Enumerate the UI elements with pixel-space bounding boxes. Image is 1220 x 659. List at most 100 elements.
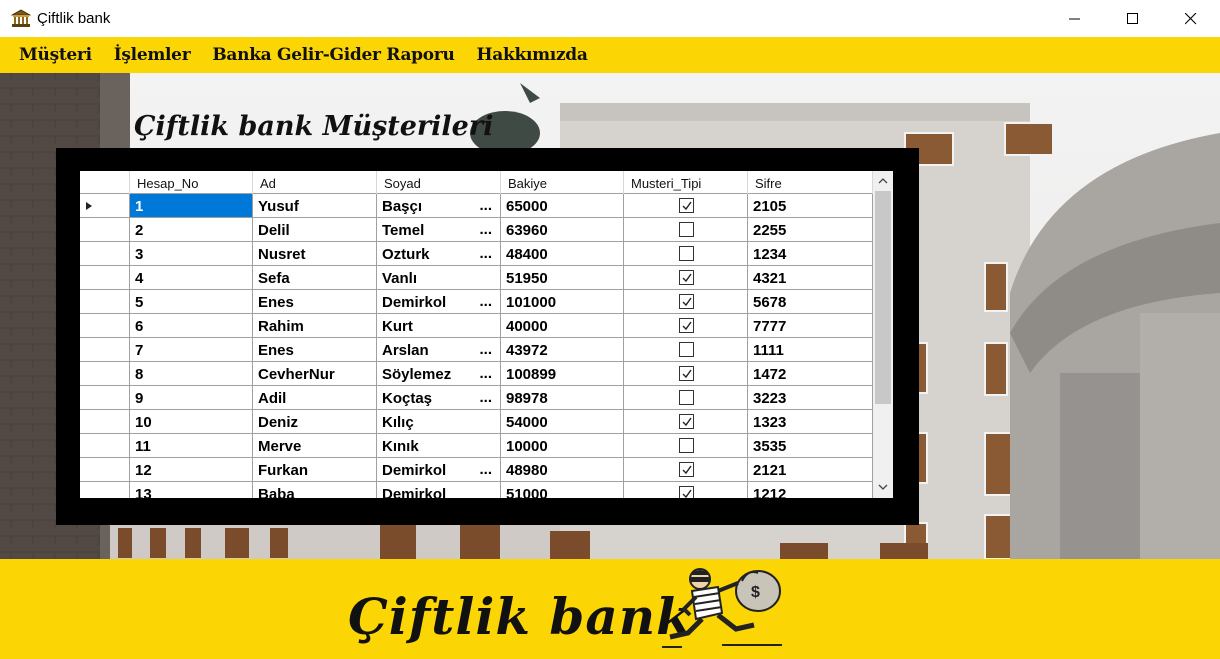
cell-hesap-no[interactable]: 4 bbox=[130, 266, 253, 290]
cell-sifre[interactable]: 1111 bbox=[748, 338, 873, 362]
cell-soyad[interactable]: Ozturk... bbox=[377, 242, 501, 266]
cell-ad[interactable]: Baba bbox=[253, 482, 377, 498]
column-header-sifre[interactable]: Sifre bbox=[748, 171, 873, 194]
cell-hesap-no[interactable]: 8 bbox=[130, 362, 253, 386]
cell-soyad[interactable]: Demirkol... bbox=[377, 458, 501, 482]
cell-sifre[interactable]: 2121 bbox=[748, 458, 873, 482]
musteri-tipi-checkbox[interactable] bbox=[679, 270, 694, 285]
cell-hesap-no[interactable]: 12 bbox=[130, 458, 253, 482]
menu-musteri[interactable]: Müşteri bbox=[8, 45, 103, 65]
cell-bakiye[interactable]: 48980 bbox=[501, 458, 624, 482]
column-header-hesap-no[interactable]: Hesap_No bbox=[130, 171, 253, 194]
cell-ad[interactable]: Yusuf bbox=[253, 194, 377, 218]
column-header-bakiye[interactable]: Bakiye bbox=[501, 171, 624, 194]
cell-hesap-no[interactable]: 5 bbox=[130, 290, 253, 314]
cell-sifre[interactable]: 1323 bbox=[748, 410, 873, 434]
cell-bakiye[interactable]: 51000 bbox=[501, 482, 624, 498]
table-row[interactable]: 8 CevherNur Söylemez... 100899 1472 bbox=[80, 362, 873, 386]
cell-bakiye[interactable]: 40000 bbox=[501, 314, 624, 338]
cell-soyad[interactable]: Vanlı bbox=[377, 266, 501, 290]
cell-hesap-no[interactable]: 9 bbox=[130, 386, 253, 410]
table-row[interactable]: 9 Adil Koçtaş... 98978 3223 bbox=[80, 386, 873, 410]
cell-ad[interactable]: Merve bbox=[253, 434, 377, 458]
cell-ad[interactable]: Deniz bbox=[253, 410, 377, 434]
cell-ad[interactable]: Rahim bbox=[253, 314, 377, 338]
table-row[interactable]: 4 Sefa Vanlı 51950 4321 bbox=[80, 266, 873, 290]
musteri-tipi-checkbox[interactable] bbox=[679, 486, 694, 498]
musteri-tipi-checkbox[interactable] bbox=[679, 318, 694, 333]
cell-soyad[interactable]: Kılıç bbox=[377, 410, 501, 434]
cell-ad[interactable]: Adil bbox=[253, 386, 377, 410]
table-row[interactable]: 3 Nusret Ozturk... 48400 1234 bbox=[80, 242, 873, 266]
table-row[interactable]: 11 Merve Kınık 10000 3535 bbox=[80, 434, 873, 458]
musteri-tipi-checkbox[interactable] bbox=[679, 294, 694, 309]
scroll-up-icon[interactable] bbox=[878, 177, 888, 185]
cell-bakiye[interactable]: 51950 bbox=[501, 266, 624, 290]
row-header[interactable] bbox=[80, 242, 130, 266]
table-row[interactable]: 10 Deniz Kılıç 54000 1323 bbox=[80, 410, 873, 434]
cell-soyad[interactable]: Arslan... bbox=[377, 338, 501, 362]
cell-sifre[interactable]: 2105 bbox=[748, 194, 873, 218]
musteri-tipi-checkbox[interactable] bbox=[679, 438, 694, 453]
cell-bakiye[interactable]: 48400 bbox=[501, 242, 624, 266]
cell-sifre[interactable]: 4321 bbox=[748, 266, 873, 290]
row-header[interactable] bbox=[80, 266, 130, 290]
musteri-tipi-checkbox[interactable] bbox=[679, 246, 694, 261]
row-header[interactable] bbox=[80, 362, 130, 386]
cell-soyad[interactable]: Kurt bbox=[377, 314, 501, 338]
row-header[interactable] bbox=[80, 482, 130, 498]
table-row[interactable]: 7 Enes Arslan... 43972 1111 bbox=[80, 338, 873, 362]
cell-sifre[interactable]: 7777 bbox=[748, 314, 873, 338]
musteri-tipi-checkbox[interactable] bbox=[679, 198, 694, 213]
cell-bakiye[interactable]: 63960 bbox=[501, 218, 624, 242]
cell-sifre[interactable]: 1234 bbox=[748, 242, 873, 266]
cell-sifre[interactable]: 3223 bbox=[748, 386, 873, 410]
table-row[interactable]: 12 Furkan Demirkol... 48980 2121 bbox=[80, 458, 873, 482]
cell-hesap-no[interactable]: 11 bbox=[130, 434, 253, 458]
column-header-ad[interactable]: Ad bbox=[253, 171, 377, 194]
row-header[interactable] bbox=[80, 410, 130, 434]
musteri-tipi-checkbox[interactable] bbox=[679, 390, 694, 405]
cell-bakiye[interactable]: 54000 bbox=[501, 410, 624, 434]
row-header[interactable] bbox=[80, 314, 130, 338]
cell-soyad[interactable]: Söylemez... bbox=[377, 362, 501, 386]
cell-soyad[interactable]: Koçtaş... bbox=[377, 386, 501, 410]
cell-hesap-no[interactable]: 2 bbox=[130, 218, 253, 242]
cell-hesap-no[interactable]: 1 bbox=[130, 194, 253, 218]
cell-hesap-no[interactable]: 13 bbox=[130, 482, 253, 498]
table-row[interactable]: 1 Yusuf Başçı... 65000 2105 bbox=[80, 194, 873, 218]
musteri-tipi-checkbox[interactable] bbox=[679, 414, 694, 429]
maximize-button[interactable] bbox=[1104, 0, 1162, 37]
musteri-tipi-checkbox[interactable] bbox=[679, 342, 694, 357]
column-header-soyad[interactable]: Soyad bbox=[377, 171, 501, 194]
cell-bakiye[interactable]: 98978 bbox=[501, 386, 624, 410]
cell-soyad[interactable]: Başçı... bbox=[377, 194, 501, 218]
row-header[interactable] bbox=[80, 458, 130, 482]
cell-bakiye[interactable]: 101000 bbox=[501, 290, 624, 314]
menu-gelir-gider-raporu[interactable]: Banka Gelir-Gider Raporu bbox=[201, 45, 465, 65]
row-header[interactable] bbox=[80, 338, 130, 362]
cell-hesap-no[interactable]: 3 bbox=[130, 242, 253, 266]
cell-ad[interactable]: Enes bbox=[253, 290, 377, 314]
musteri-tipi-checkbox[interactable] bbox=[679, 222, 694, 237]
cell-ad[interactable]: Sefa bbox=[253, 266, 377, 290]
cell-ad[interactable]: Enes bbox=[253, 338, 377, 362]
cell-sifre[interactable]: 5678 bbox=[748, 290, 873, 314]
cell-sifre[interactable]: 3535 bbox=[748, 434, 873, 458]
cell-sifre[interactable]: 1212 bbox=[748, 482, 873, 498]
table-row[interactable]: 13 Baba Demirkol 51000 1212 bbox=[80, 482, 873, 498]
minimize-button[interactable] bbox=[1046, 0, 1104, 37]
cell-bakiye[interactable]: 10000 bbox=[501, 434, 624, 458]
cell-bakiye[interactable]: 43972 bbox=[501, 338, 624, 362]
row-header[interactable] bbox=[80, 194, 130, 218]
cell-soyad[interactable]: Kınık bbox=[377, 434, 501, 458]
table-row[interactable]: 6 Rahim Kurt 40000 7777 bbox=[80, 314, 873, 338]
menu-hakkimizda[interactable]: Hakkımızda bbox=[466, 45, 599, 65]
scrollbar-thumb[interactable] bbox=[875, 191, 891, 404]
musteri-tipi-checkbox[interactable] bbox=[679, 462, 694, 477]
cell-hesap-no[interactable]: 7 bbox=[130, 338, 253, 362]
customer-grid[interactable]: Hesap_No Ad Soyad Bakiye Musteri_Tipi Si… bbox=[80, 171, 893, 498]
table-row[interactable]: 2 Delil Temel... 63960 2255 bbox=[80, 218, 873, 242]
cell-soyad[interactable]: Temel... bbox=[377, 218, 501, 242]
cell-bakiye[interactable]: 65000 bbox=[501, 194, 624, 218]
